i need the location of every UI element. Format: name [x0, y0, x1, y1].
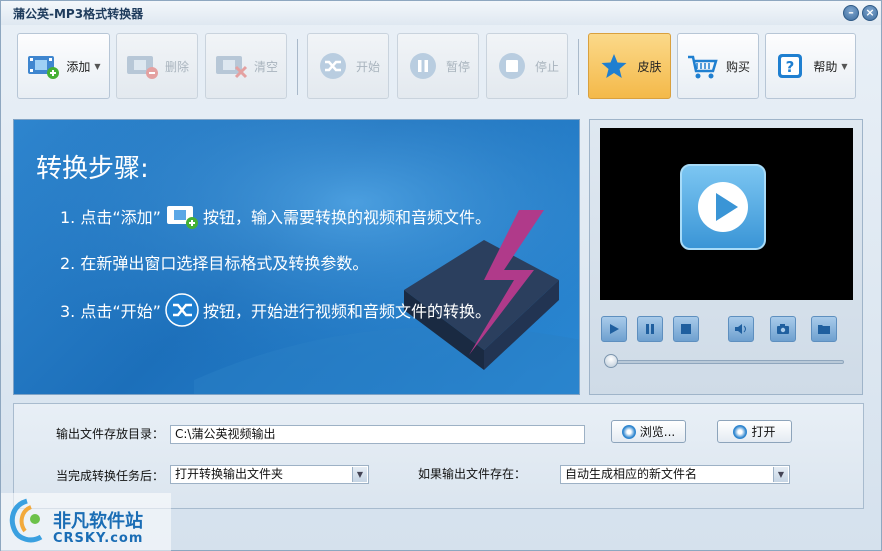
toolbar-divider [297, 39, 298, 95]
toolbar-divider [578, 39, 579, 95]
stop-icon [681, 324, 691, 334]
open-button[interactable]: 打开 [717, 420, 792, 443]
step-3-text-b: 按钮，开始进行视频和音频文件的转换。 [202, 302, 491, 321]
start-button[interactable]: 开始 [307, 33, 389, 99]
add-label: 添加 [66, 59, 91, 74]
seek-bar[interactable] [608, 360, 844, 364]
after-task-select[interactable]: 打开转换输出文件夹 ▼ [170, 465, 369, 484]
open-label: 打开 [751, 425, 776, 439]
delete-button[interactable]: 删除 [116, 33, 198, 99]
clear-label: 清空 [253, 59, 278, 74]
shopping-cart-icon [687, 55, 718, 79]
delete-label: 删除 [164, 59, 189, 74]
output-dir-field[interactable]: C:\蒲公英视频输出 [170, 425, 585, 444]
pause-icon [409, 53, 436, 79]
stop-button[interactable]: 停止 [486, 33, 568, 99]
skin-button[interactable]: 皮肤 [588, 33, 671, 99]
delete-video-icon [126, 56, 158, 79]
help-label: 帮助 [813, 59, 838, 74]
steps-title: 转换步骤: [36, 154, 149, 184]
step-1-text-b: 按钮，输入需要转换的视频和音频文件。 [202, 208, 491, 227]
watermark: 非凡软件站 CRSKY.com [1, 493, 171, 551]
camera-icon [777, 324, 789, 334]
stop-icon [498, 53, 525, 79]
step-2-text: 2. 在新弹出窗口选择目标格式及转换参数。 [60, 254, 369, 273]
play-button[interactable] [601, 316, 627, 342]
step-1-text-a: 1. 点击“添加” [60, 208, 161, 227]
conversion-steps-panel: 转换步骤: 1. 点击“添加” 按钮，输入需要转换的视频和音频文件。 2. 在新… [13, 119, 580, 395]
video-screen[interactable] [600, 128, 853, 300]
star-icon [601, 54, 627, 78]
help-icon: ? [778, 54, 803, 78]
buy-button[interactable]: 购买 [677, 33, 759, 99]
step-1: 1. 点击“添加” 按钮，输入需要转换的视频和音频文件。 [60, 202, 491, 230]
add-video-icon [28, 56, 60, 79]
help-button[interactable]: ? 帮助 ▼ [765, 33, 856, 99]
browse-label: 浏览... [639, 425, 676, 439]
video-player [589, 119, 863, 395]
after-task-value: 打开转换输出文件夹 [175, 467, 284, 481]
svg-text:?: ? [786, 58, 795, 76]
play-large-icon[interactable] [680, 164, 766, 250]
title-bar: 蒲公英-MP3格式转换器 – × [1, 1, 881, 25]
chevron-down-icon[interactable]: ▼ [773, 467, 788, 482]
app-window: 蒲公英-MP3格式转换器 – × 添加 ▼ 删除 清空 开始 暂停 停止 皮肤 … [0, 0, 882, 551]
crsky-logo-icon [9, 498, 43, 543]
after-task-label: 当完成转换任务后： [56, 469, 165, 483]
browse-button[interactable]: 浏览... [611, 420, 686, 443]
stop-label: 停止 [534, 59, 559, 74]
volume-icon [735, 324, 746, 334]
stop-playback-button[interactable] [673, 316, 699, 342]
seek-handle[interactable] [604, 354, 618, 368]
pause-button[interactable]: 暂停 [397, 33, 479, 99]
volume-button[interactable] [728, 316, 754, 342]
start-label: 开始 [355, 59, 380, 74]
minimize-button[interactable]: – [843, 5, 859, 21]
browse-icon [621, 424, 636, 439]
shuffle-icon [319, 53, 346, 79]
close-button[interactable]: × [862, 5, 878, 21]
shuffle-icon [165, 293, 199, 327]
clear-video-icon [215, 56, 248, 79]
step-3: 3. 点击“开始” 按钮，开始进行视频和音频文件的转换。 [60, 293, 491, 327]
snapshot-button[interactable] [770, 316, 796, 342]
folder-icon [818, 325, 830, 334]
pause-playback-button[interactable] [637, 316, 663, 342]
dropdown-arrow-icon: ▼ [94, 61, 101, 71]
clear-button[interactable]: 清空 [205, 33, 287, 99]
skin-label: 皮肤 [637, 59, 662, 74]
buy-label: 购买 [725, 59, 750, 74]
pause-label: 暂停 [445, 59, 470, 74]
window-title: 蒲公英-MP3格式转换器 [13, 7, 144, 21]
if-exists-value: 自动生成相应的新文件名 [565, 467, 698, 481]
add-video-icon [166, 206, 198, 229]
output-dir-label: 输出文件存放目录： [56, 427, 165, 441]
pause-icon [646, 324, 654, 334]
watermark-site-en: CRSKY.com [53, 531, 144, 546]
step-3-text-a: 3. 点击“开始” [60, 302, 161, 321]
play-icon [610, 324, 619, 334]
film-reel-icon [733, 424, 748, 439]
step-2: 2. 在新弹出窗口选择目标格式及转换参数。 [60, 250, 368, 274]
chevron-down-icon[interactable]: ▼ [352, 467, 367, 482]
open-folder-button[interactable] [811, 316, 837, 342]
dropdown-arrow-icon: ▼ [841, 61, 848, 71]
add-button[interactable]: 添加 ▼ [17, 33, 110, 99]
toolbar: 添加 ▼ 删除 清空 开始 暂停 停止 皮肤 购买 ? 帮助 ▼ [1, 25, 881, 111]
if-exists-select[interactable]: 自动生成相应的新文件名 ▼ [560, 465, 790, 484]
if-exists-label: 如果输出文件存在： [418, 467, 527, 481]
watermark-site-cn: 非凡软件站 [53, 511, 143, 532]
